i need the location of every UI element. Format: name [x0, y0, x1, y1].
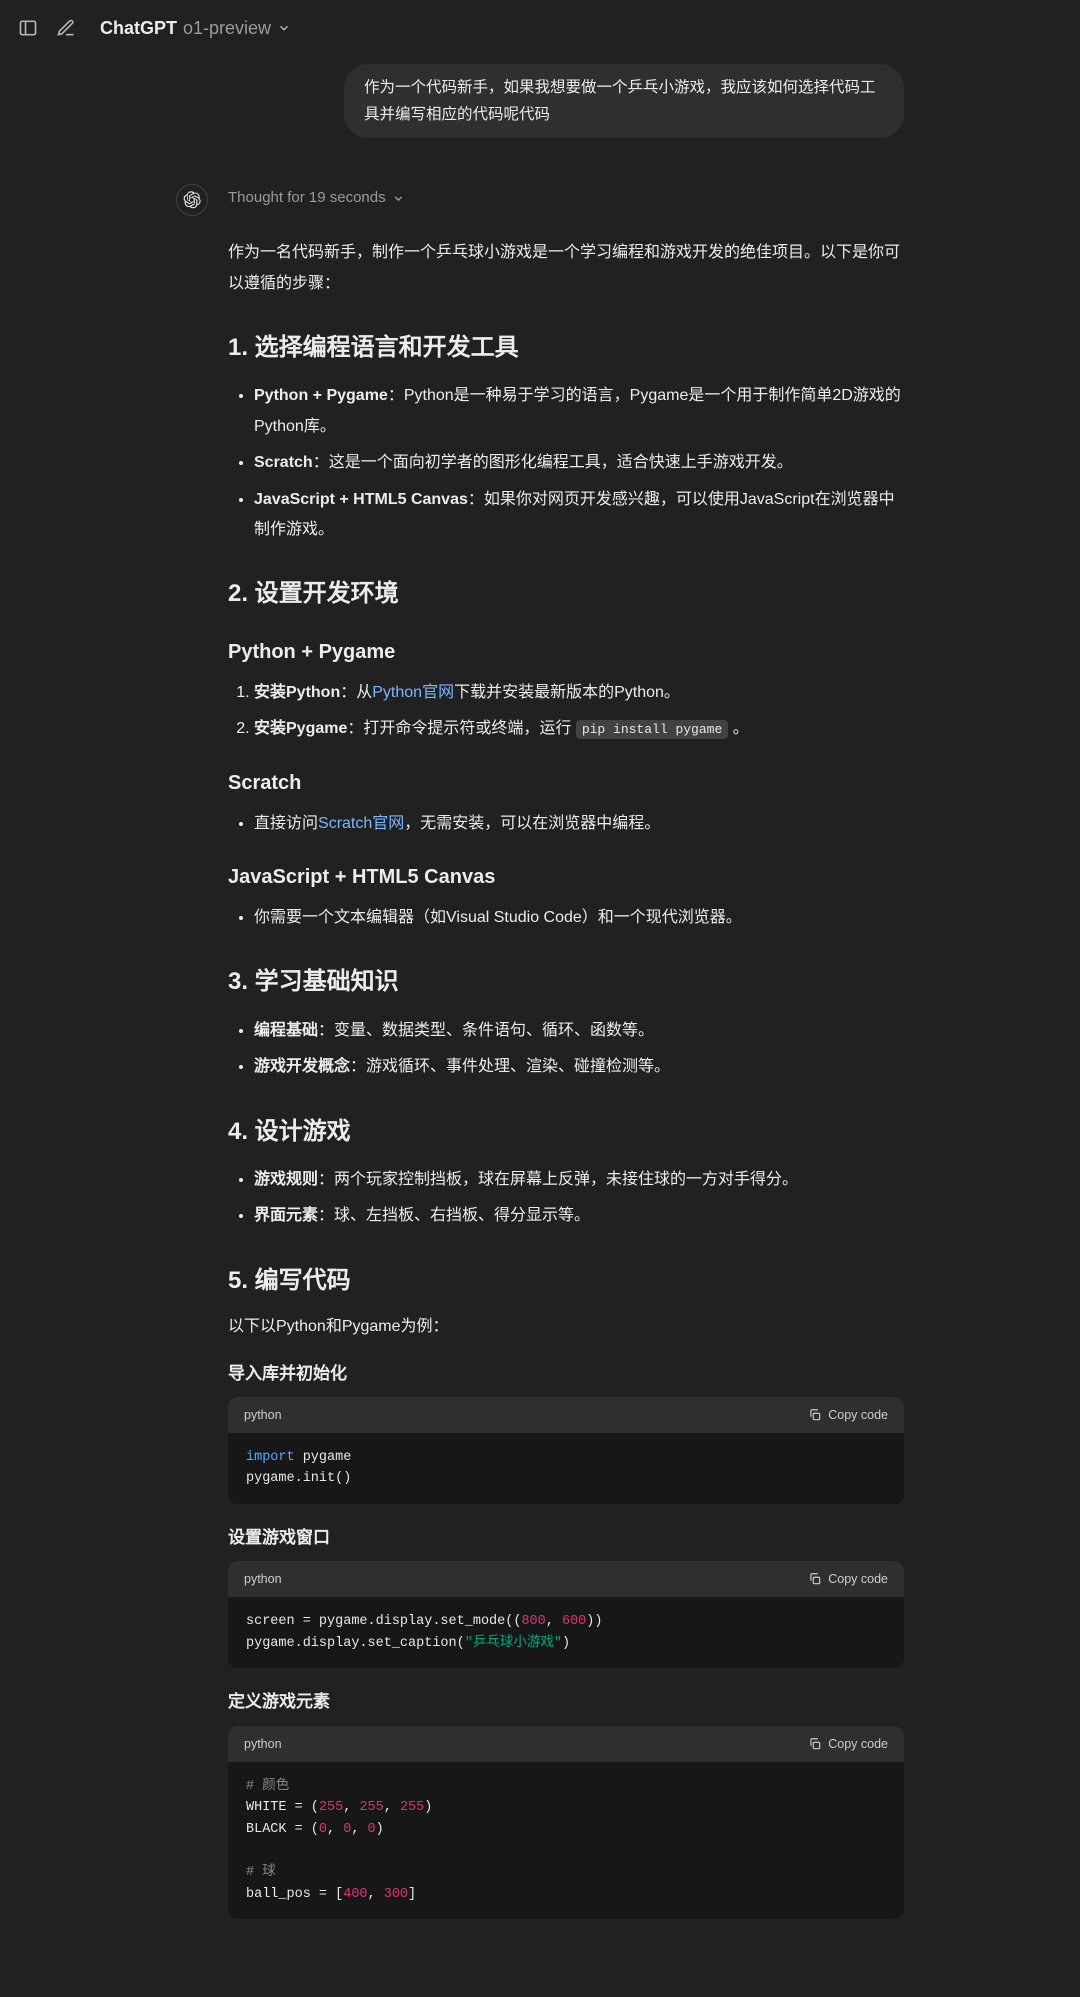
section-3-title: 3. 学习基础知识 — [228, 963, 904, 1001]
assistant-content: Thought for 19 seconds 作为一名代码新手，制作一个乒乓球小… — [228, 178, 904, 1937]
code-content[interactable]: import pygame pygame.init() — [228, 1433, 904, 1504]
section-5-intro: 以下以Python和Pygame为例： — [228, 1314, 904, 1340]
copy-icon — [808, 1572, 822, 1586]
assistant-avatar — [176, 184, 208, 216]
code-content[interactable]: # 颜色 WHITE = (255, 255, 255) BLACK = (0,… — [228, 1762, 904, 1920]
code-lang-label: python — [244, 1405, 282, 1425]
list-item: 直接访问Scratch官网，无需安装，可以在浏览器中编程。 — [254, 809, 904, 839]
top-bar: ChatGPT o1-preview — [0, 0, 1080, 56]
code-block-header: python Copy code — [228, 1726, 904, 1762]
code-block-header: python Copy code — [228, 1561, 904, 1597]
code-block-3: python Copy code # 颜色 WHITE = (255, 255,… — [228, 1726, 904, 1920]
code2-heading: 设置游戏窗口 — [228, 1524, 904, 1551]
list-item: 安装Python：从Python官网下载并安装最新版本的Python。 — [254, 678, 904, 708]
model-main: ChatGPT — [100, 14, 177, 43]
list-item: Python + Pygame：Python是一种易于学习的语言，Pygame是… — [254, 381, 904, 442]
section-3-list: 编程基础：变量、数据类型、条件语句、循环、函数等。 游戏开发概念：游戏循环、事件… — [228, 1016, 904, 1083]
chevron-down-icon — [392, 192, 405, 205]
s2-js-list: 你需要一个文本编辑器（如Visual Studio Code）和一个现代浏览器。 — [228, 903, 904, 933]
openai-logo-icon — [183, 191, 201, 209]
section-5-title: 5. 编写代码 — [228, 1262, 904, 1300]
code3-heading: 定义游戏元素 — [228, 1688, 904, 1715]
list-item: 编程基础：变量、数据类型、条件语句、循环、函数等。 — [254, 1016, 904, 1046]
scratch-link[interactable]: Scratch官网 — [318, 815, 404, 832]
conversation: 作为一个代码新手，如果我想要做一个乒乓小游戏，我应该如何选择代码工具并编写相应的… — [156, 56, 924, 1997]
user-message: 作为一个代码新手，如果我想要做一个乒乓小游戏，我应该如何选择代码工具并编写相应的… — [344, 64, 904, 138]
s2-python-steps: 安装Python：从Python官网下载并安装最新版本的Python。 安装Py… — [228, 678, 904, 745]
list-item: 界面元素：球、左挡板、右挡板、得分显示等。 — [254, 1201, 904, 1231]
user-message-row: 作为一个代码新手，如果我想要做一个乒乓小游戏，我应该如何选择代码工具并编写相应的… — [176, 56, 904, 138]
section-1-title: 1. 选择编程语言和开发工具 — [228, 329, 904, 367]
model-selector[interactable]: ChatGPT o1-preview — [92, 10, 299, 47]
code-content[interactable]: screen = pygame.display.set_mode((800, 6… — [228, 1597, 904, 1668]
section-4-list: 游戏规则：两个玩家控制挡板，球在屏幕上反弹，未接住球的一方对手得分。 界面元素：… — [228, 1165, 904, 1232]
s2-js-heading: JavaScript + HTML5 Canvas — [228, 861, 904, 893]
code-lang-label: python — [244, 1569, 282, 1589]
code-block-header: python Copy code — [228, 1397, 904, 1433]
model-sub: o1-preview — [183, 14, 271, 43]
copy-icon — [808, 1737, 822, 1751]
copy-code-button[interactable]: Copy code — [808, 1734, 888, 1754]
code1-heading: 导入库并初始化 — [228, 1360, 904, 1387]
list-item: Scratch：这是一个面向初学者的图形化编程工具，适合快速上手游戏开发。 — [254, 448, 904, 478]
inline-code: pip install pygame — [576, 720, 728, 739]
thought-text: Thought for 19 seconds — [228, 186, 386, 210]
intro-paragraph: 作为一名代码新手，制作一个乒乓球小游戏是一个学习编程和游戏开发的绝佳项目。以下是… — [228, 238, 904, 299]
s2-python-heading: Python + Pygame — [228, 636, 904, 668]
copy-icon — [808, 1408, 822, 1422]
s2-scratch-list: 直接访问Scratch官网，无需安装，可以在浏览器中编程。 — [228, 809, 904, 839]
list-item: 游戏开发概念：游戏循环、事件处理、渲染、碰撞检测等。 — [254, 1052, 904, 1082]
toggle-sidebar-icon[interactable] — [16, 16, 40, 40]
copy-code-button[interactable]: Copy code — [808, 1569, 888, 1589]
section-4-title: 4. 设计游戏 — [228, 1113, 904, 1151]
python-org-link[interactable]: Python官网 — [372, 684, 454, 701]
copy-code-button[interactable]: Copy code — [808, 1405, 888, 1425]
list-item: 游戏规则：两个玩家控制挡板，球在屏幕上反弹，未接住球的一方对手得分。 — [254, 1165, 904, 1195]
section-1-list: Python + Pygame：Python是一种易于学习的语言，Pygame是… — [228, 381, 904, 545]
chevron-down-icon — [277, 21, 291, 35]
list-item: 安装Pygame：打开命令提示符或终端，运行 pip install pygam… — [254, 714, 904, 744]
s2-scratch-heading: Scratch — [228, 767, 904, 799]
code-block-1: python Copy code import pygame pygame.in… — [228, 1397, 904, 1504]
code-block-2: python Copy code screen = pygame.display… — [228, 1561, 904, 1668]
thought-disclosure[interactable]: Thought for 19 seconds — [228, 186, 904, 210]
list-item: 你需要一个文本编辑器（如Visual Studio Code）和一个现代浏览器。 — [254, 903, 904, 933]
section-2-title: 2. 设置开发环境 — [228, 575, 904, 613]
code-lang-label: python — [244, 1734, 282, 1754]
new-chat-icon[interactable] — [54, 16, 78, 40]
list-item: JavaScript + HTML5 Canvas：如果你对网页开发感兴趣，可以… — [254, 485, 904, 546]
assistant-message-row: Thought for 19 seconds 作为一名代码新手，制作一个乒乓球小… — [176, 178, 904, 1937]
